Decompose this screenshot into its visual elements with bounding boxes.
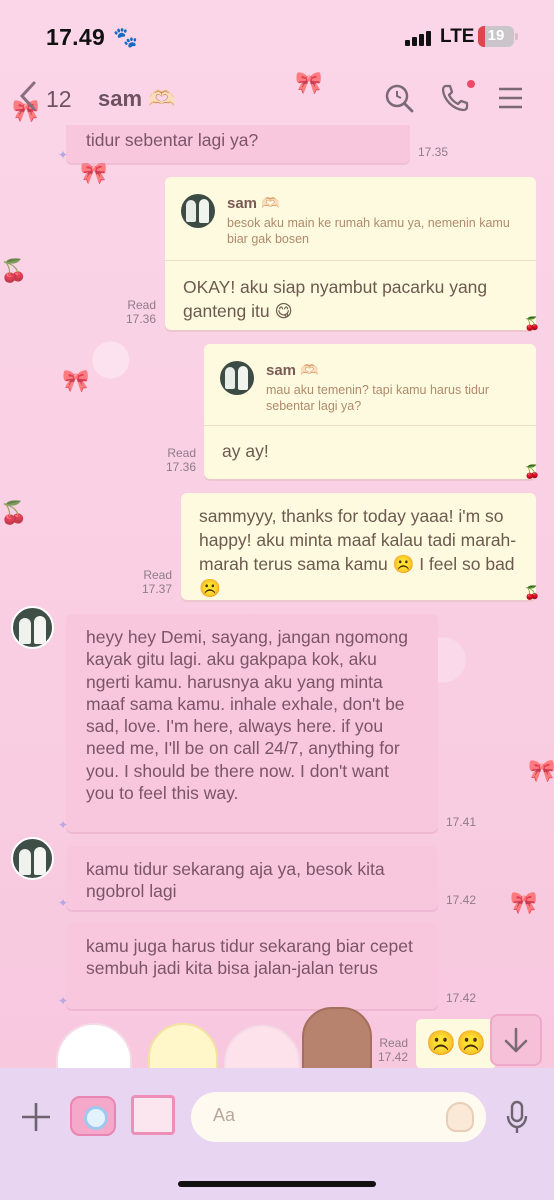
sticker-icon[interactable] — [446, 1102, 474, 1132]
message-bubble-outgoing[interactable]: sam 🫶🏻 besok aku main ke rumah kamu ya, … — [165, 177, 536, 330]
message-text: OKAY! aku siap nyambut pacarku yang gant… — [183, 277, 488, 321]
message-bubble-incoming[interactable]: heyy hey Demi, sayang, jangan ngomong ka… — [66, 614, 438, 832]
battery-icon: 19 — [478, 26, 514, 47]
bow-decoration: 🎀 — [528, 758, 554, 783]
read-status: Read — [167, 446, 196, 460]
message-text: kamu juga harus tidur sekarang biar cepe… — [86, 936, 413, 978]
message-time: 17.35 — [418, 145, 449, 159]
notification-dot — [467, 80, 475, 88]
avatar[interactable] — [11, 837, 54, 880]
avatar[interactable] — [11, 606, 54, 649]
message-time: 17.36 — [165, 460, 196, 474]
bow-decoration: 🎀 — [62, 368, 90, 393]
signal-icon — [405, 30, 435, 46]
network-type: LTE — [440, 26, 475, 47]
message-meta: Read 17.37 — [124, 568, 172, 596]
status-time: 17.49 — [46, 24, 106, 50]
search-icon[interactable] — [384, 83, 414, 113]
read-status: Read — [143, 568, 172, 582]
message-time: 17.42 — [377, 1050, 408, 1064]
microphone-icon[interactable] — [505, 1100, 529, 1136]
message-bubble-outgoing[interactable]: ☹️☹️ — [416, 1019, 496, 1069]
message-time: 17.36 — [125, 312, 156, 326]
message-text: sammyyy, thanks for today yaaa! i'm so h… — [199, 506, 517, 598]
message-time: 17.41 — [446, 815, 477, 829]
message-field[interactable] — [191, 1092, 486, 1142]
read-status: Read — [127, 298, 156, 312]
quoted-name: sam 🫶🏻 — [227, 195, 280, 212]
search-svg — [385, 84, 414, 113]
image-icon[interactable] — [131, 1095, 175, 1135]
paw-icon: 🐾 — [113, 27, 138, 49]
message-time: 17.37 — [141, 582, 172, 596]
bow-decoration: 🎀 — [510, 890, 538, 915]
message-bubble-outgoing[interactable]: sam 🫶🏻 mau aku temenin? tapi kamu harus … — [204, 344, 536, 479]
scroll-down-button[interactable] — [490, 1014, 542, 1066]
message-text: tidur sebentar lagi ya? — [86, 130, 259, 150]
cherry-icon: 🍒 — [524, 585, 541, 600]
sparkle-icon: ✦ — [58, 148, 69, 162]
message-text: kamu tidur sekarang aja ya, besok kita n… — [86, 859, 385, 901]
message-input[interactable] — [213, 1105, 433, 1126]
message-text: ☹️☹️ — [426, 1030, 486, 1057]
unread-count[interactable]: 12 — [46, 86, 72, 113]
menu-svg — [499, 87, 522, 109]
mic-svg — [506, 1100, 528, 1133]
quoted-reply[interactable]: sam 🫶🏻 mau aku temenin? tapi kamu harus … — [204, 344, 536, 426]
sparkle-icon: ✦ — [58, 818, 69, 832]
contact-name[interactable]: sam 🫶🏻 — [98, 86, 176, 112]
back-arrow-svg — [19, 81, 36, 111]
plus-icon[interactable] — [19, 1100, 53, 1141]
battery-level: 19 — [487, 27, 505, 44]
message-bubble-incoming[interactable]: tidur sebentar lagi ya? — [66, 125, 410, 163]
message-time: 17.42 — [446, 893, 477, 907]
phone-svg — [441, 84, 469, 112]
quoted-text: mau aku temenin? tapi kamu harus tidur s… — [266, 383, 490, 413]
message-bubble-incoming[interactable]: kamu juga harus tidur sekarang biar cepe… — [66, 923, 438, 1009]
status-bar: 17.49 🐾 LTE 19 — [0, 0, 554, 70]
read-status: Read — [379, 1036, 408, 1050]
quoted-name: sam 🫶🏻 — [266, 362, 319, 379]
avatar — [181, 194, 215, 228]
bow-decoration: 🎀 — [80, 160, 108, 185]
message-meta: Read 17.36 — [108, 298, 156, 326]
cherry-decoration: 🍒 — [0, 258, 28, 283]
message-bubble-outgoing[interactable]: sammyyy, thanks for today yaaa! i'm so h… — [181, 493, 536, 600]
sparkle-icon: ✦ — [58, 896, 69, 910]
plus-svg — [22, 1103, 50, 1131]
message-bubble-incoming[interactable]: kamu tidur sekarang aja ya, besok kita n… — [66, 846, 438, 910]
cherry-icon: 🍒 — [524, 316, 541, 331]
battery-tip — [515, 33, 518, 40]
home-indicator[interactable] — [178, 1181, 376, 1187]
camera-icon[interactable] — [70, 1096, 116, 1136]
chevron-left-icon[interactable] — [18, 79, 38, 120]
quoted-reply[interactable]: sam 🫶🏻 besok aku main ke rumah kamu ya, … — [165, 177, 536, 261]
cherry-icon: 🍒 — [524, 464, 541, 479]
message-text: heyy hey Demi, sayang, jangan ngomong ka… — [86, 627, 409, 804]
arrow-down-icon — [504, 1027, 528, 1053]
quoted-text: besok aku main ke rumah kamu ya, nemenin… — [227, 216, 510, 246]
message-text: ay ay! — [222, 441, 269, 461]
menu-icon[interactable] — [496, 83, 526, 113]
message-meta: Read 17.36 — [148, 446, 196, 474]
avatar — [220, 361, 254, 395]
phone-icon[interactable] — [440, 83, 470, 113]
cherry-decoration: 🍒 — [0, 500, 28, 525]
message-meta: Read 17.42 — [360, 1036, 408, 1064]
